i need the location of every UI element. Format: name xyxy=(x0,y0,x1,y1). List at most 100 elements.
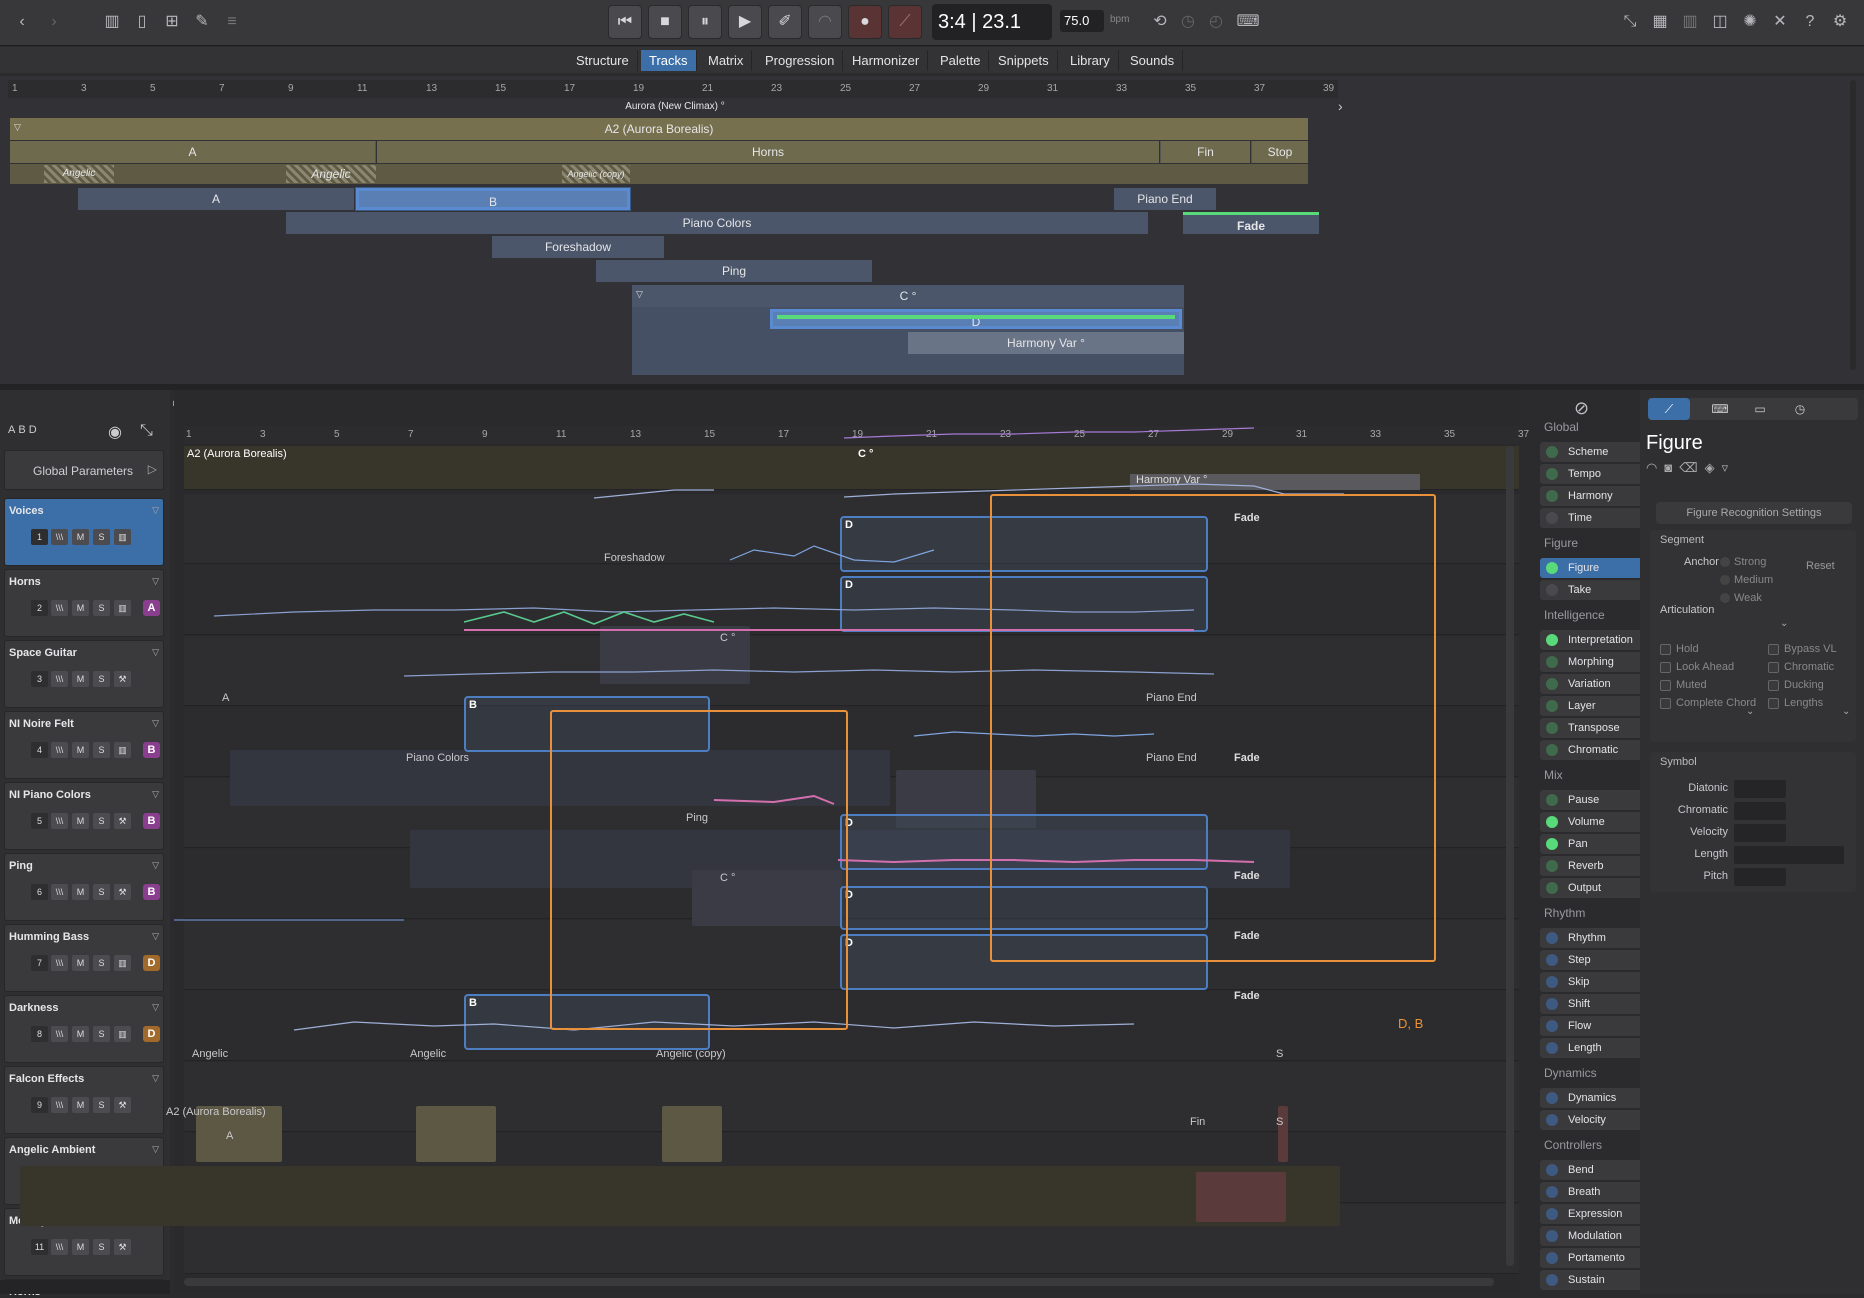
wrench-icon[interactable]: ⚒ xyxy=(114,671,131,687)
segment-checkbox[interactable] xyxy=(1768,680,1779,691)
track-disclosure-icon[interactable]: ▽ xyxy=(152,505,159,516)
inspector-group-title[interactable]: Mix xyxy=(1544,768,1563,782)
inspector-item[interactable]: Time xyxy=(1540,508,1652,528)
piano-icon[interactable]: ▥ xyxy=(1678,10,1702,34)
selection-d[interactable] xyxy=(990,494,1436,962)
block-foreshadow[interactable]: Foreshadow xyxy=(492,236,664,258)
segment-checkbox[interactable] xyxy=(1768,644,1779,655)
filter-b[interactable]: B xyxy=(18,424,28,436)
disclosure-icon[interactable]: ▽ xyxy=(14,122,21,133)
inspector-item[interactable]: Pan xyxy=(1540,834,1652,854)
arpeggio-button[interactable]: \\\ xyxy=(51,600,68,616)
stop-button[interactable]: ■ xyxy=(648,5,682,39)
block-d[interactable]: D xyxy=(770,309,1182,329)
mute-button[interactable]: M xyxy=(72,884,89,900)
section-a[interactable]: A xyxy=(10,141,376,163)
root-block[interactable]: A2 (Aurora Borealis) xyxy=(10,118,1308,140)
symbol-field-input[interactable] xyxy=(1734,868,1786,886)
c-disclosure-icon[interactable]: ▽ xyxy=(636,289,643,300)
section-stop[interactable]: Stop xyxy=(1251,141,1308,163)
wrench-icon[interactable]: ⚒ xyxy=(114,1239,131,1255)
mute-button[interactable]: M xyxy=(72,742,89,758)
mute-button[interactable]: M xyxy=(72,600,89,616)
inspector-item[interactable]: Breath xyxy=(1540,1182,1652,1202)
segment-checkbox[interactable] xyxy=(1660,680,1671,691)
track-header[interactable]: NI Piano Colors ▽ 5 \\\ M S ⚒ B xyxy=(4,782,164,850)
loop-icon[interactable]: ⟲ xyxy=(1148,10,1172,34)
inspector-item[interactable]: Shift xyxy=(1540,994,1652,1014)
book-icon[interactable]: ▯ xyxy=(130,10,154,34)
segment-checkbox[interactable] xyxy=(1660,662,1671,673)
inspector-item[interactable]: Dynamics xyxy=(1540,1088,1652,1108)
strong-radio[interactable] xyxy=(1720,557,1730,567)
figure-recognition-button[interactable]: Figure Recognition Settings xyxy=(1656,502,1852,524)
mute-button[interactable]: M xyxy=(72,529,89,545)
collapse-icon[interactable]: ⤡ xyxy=(1618,10,1642,34)
mute-button[interactable]: M xyxy=(72,1026,89,1042)
segment-chevron-right-icon[interactable]: ⌄ xyxy=(1842,706,1850,717)
track-disclosure-icon[interactable]: ▽ xyxy=(152,647,159,658)
palette-icon[interactable]: ✺ xyxy=(1738,10,1762,34)
list-icon[interactable]: ≡ xyxy=(220,10,244,34)
track-disclosure-icon[interactable]: ▽ xyxy=(152,789,159,800)
clock-icon[interactable]: ◴ xyxy=(1204,10,1228,34)
settings-icon[interactable]: ⚙ xyxy=(1828,10,1852,34)
mute-button[interactable]: M xyxy=(72,1097,89,1113)
filter-a[interactable]: A xyxy=(8,424,18,436)
metronome-icon[interactable]: ◷ xyxy=(1176,10,1200,34)
inspector-item[interactable]: Reverb xyxy=(1540,856,1652,876)
position-display[interactable]: 3:4 | 23.1 xyxy=(932,4,1052,40)
hierarchy-icon[interactable]: ⊞ xyxy=(160,10,184,34)
layers-icon[interactable]: ◈ xyxy=(1705,460,1722,475)
arpeggio-button[interactable]: \\\ xyxy=(51,671,68,687)
inspector-item[interactable]: Layer xyxy=(1540,696,1652,716)
inspector-item[interactable]: Portamento xyxy=(1540,1248,1652,1268)
forward-icon[interactable]: › xyxy=(42,10,66,34)
headphones-icon[interactable]: ◠ xyxy=(1646,460,1664,475)
inspector-group-title[interactable]: Controllers xyxy=(1544,1138,1602,1152)
solo-button[interactable]: S xyxy=(93,955,110,971)
tab-harmonizer[interactable]: Harmonizer xyxy=(844,50,929,71)
headphones-button[interactable]: ◠ xyxy=(808,5,842,39)
mute-button[interactable]: M xyxy=(72,813,89,829)
section-fin[interactable]: Fin xyxy=(1160,141,1250,163)
track-disclosure-icon[interactable]: ▽ xyxy=(152,860,159,871)
inspector-group-title[interactable]: Figure xyxy=(1544,536,1578,550)
piano-icon[interactable]: ▥ xyxy=(114,742,131,758)
abd-filter[interactable]: ABD xyxy=(8,424,40,436)
piano-icon[interactable]: ▥ xyxy=(114,600,131,616)
tab-structure[interactable]: Structure xyxy=(568,50,638,71)
delete-icon[interactable]: ⌫ xyxy=(1679,460,1704,475)
inspector-group-title[interactable]: Rhythm xyxy=(1544,906,1585,920)
block-piano-colors[interactable]: Piano Colors xyxy=(286,212,1148,234)
inspector-item[interactable]: Transpose xyxy=(1540,718,1652,738)
dropdown-icon[interactable]: ▿ xyxy=(1722,460,1736,475)
automation-button[interactable]: ⟋ xyxy=(888,5,922,39)
arpeggio-button[interactable]: \\\ xyxy=(51,813,68,829)
inspector-item[interactable]: Figure xyxy=(1540,558,1652,578)
global-parameters-row[interactable]: Global Parameters ▷ xyxy=(4,450,164,490)
inspector-item[interactable]: Step xyxy=(1540,950,1652,970)
articulation-chevron-icon[interactable]: ⌄ xyxy=(1780,618,1788,629)
mute-button[interactable]: M xyxy=(72,955,89,971)
inspector-group-title[interactable]: Intelligence xyxy=(1544,608,1605,622)
solo-button[interactable]: S xyxy=(93,1239,110,1255)
solo-button[interactable]: S xyxy=(93,600,110,616)
inspector-item[interactable]: Tempo xyxy=(1540,464,1652,484)
angelic-block-1[interactable]: Angelic xyxy=(44,165,114,183)
solo-button[interactable]: S xyxy=(93,1097,110,1113)
chart-icon[interactable]: ⟋ xyxy=(1648,398,1690,420)
inspector-item[interactable]: Rhythm xyxy=(1540,928,1652,948)
segment-checkbox[interactable] xyxy=(1660,644,1671,655)
tab-library[interactable]: Library xyxy=(1062,50,1119,71)
record-button[interactable]: ● xyxy=(848,5,882,39)
block-fade[interactable]: Fade xyxy=(1183,212,1319,234)
history-icon[interactable]: ◷ xyxy=(1780,398,1820,420)
filter-d[interactable]: D xyxy=(29,424,40,436)
selection-b[interactable] xyxy=(550,710,848,1030)
track-disclosure-icon[interactable]: ▽ xyxy=(152,1002,159,1013)
symbol-field-input[interactable] xyxy=(1734,846,1844,864)
piano-icon[interactable]: ▥ xyxy=(114,529,131,545)
weak-radio[interactable] xyxy=(1720,593,1730,603)
inspector-item[interactable]: Sustain xyxy=(1540,1270,1652,1290)
